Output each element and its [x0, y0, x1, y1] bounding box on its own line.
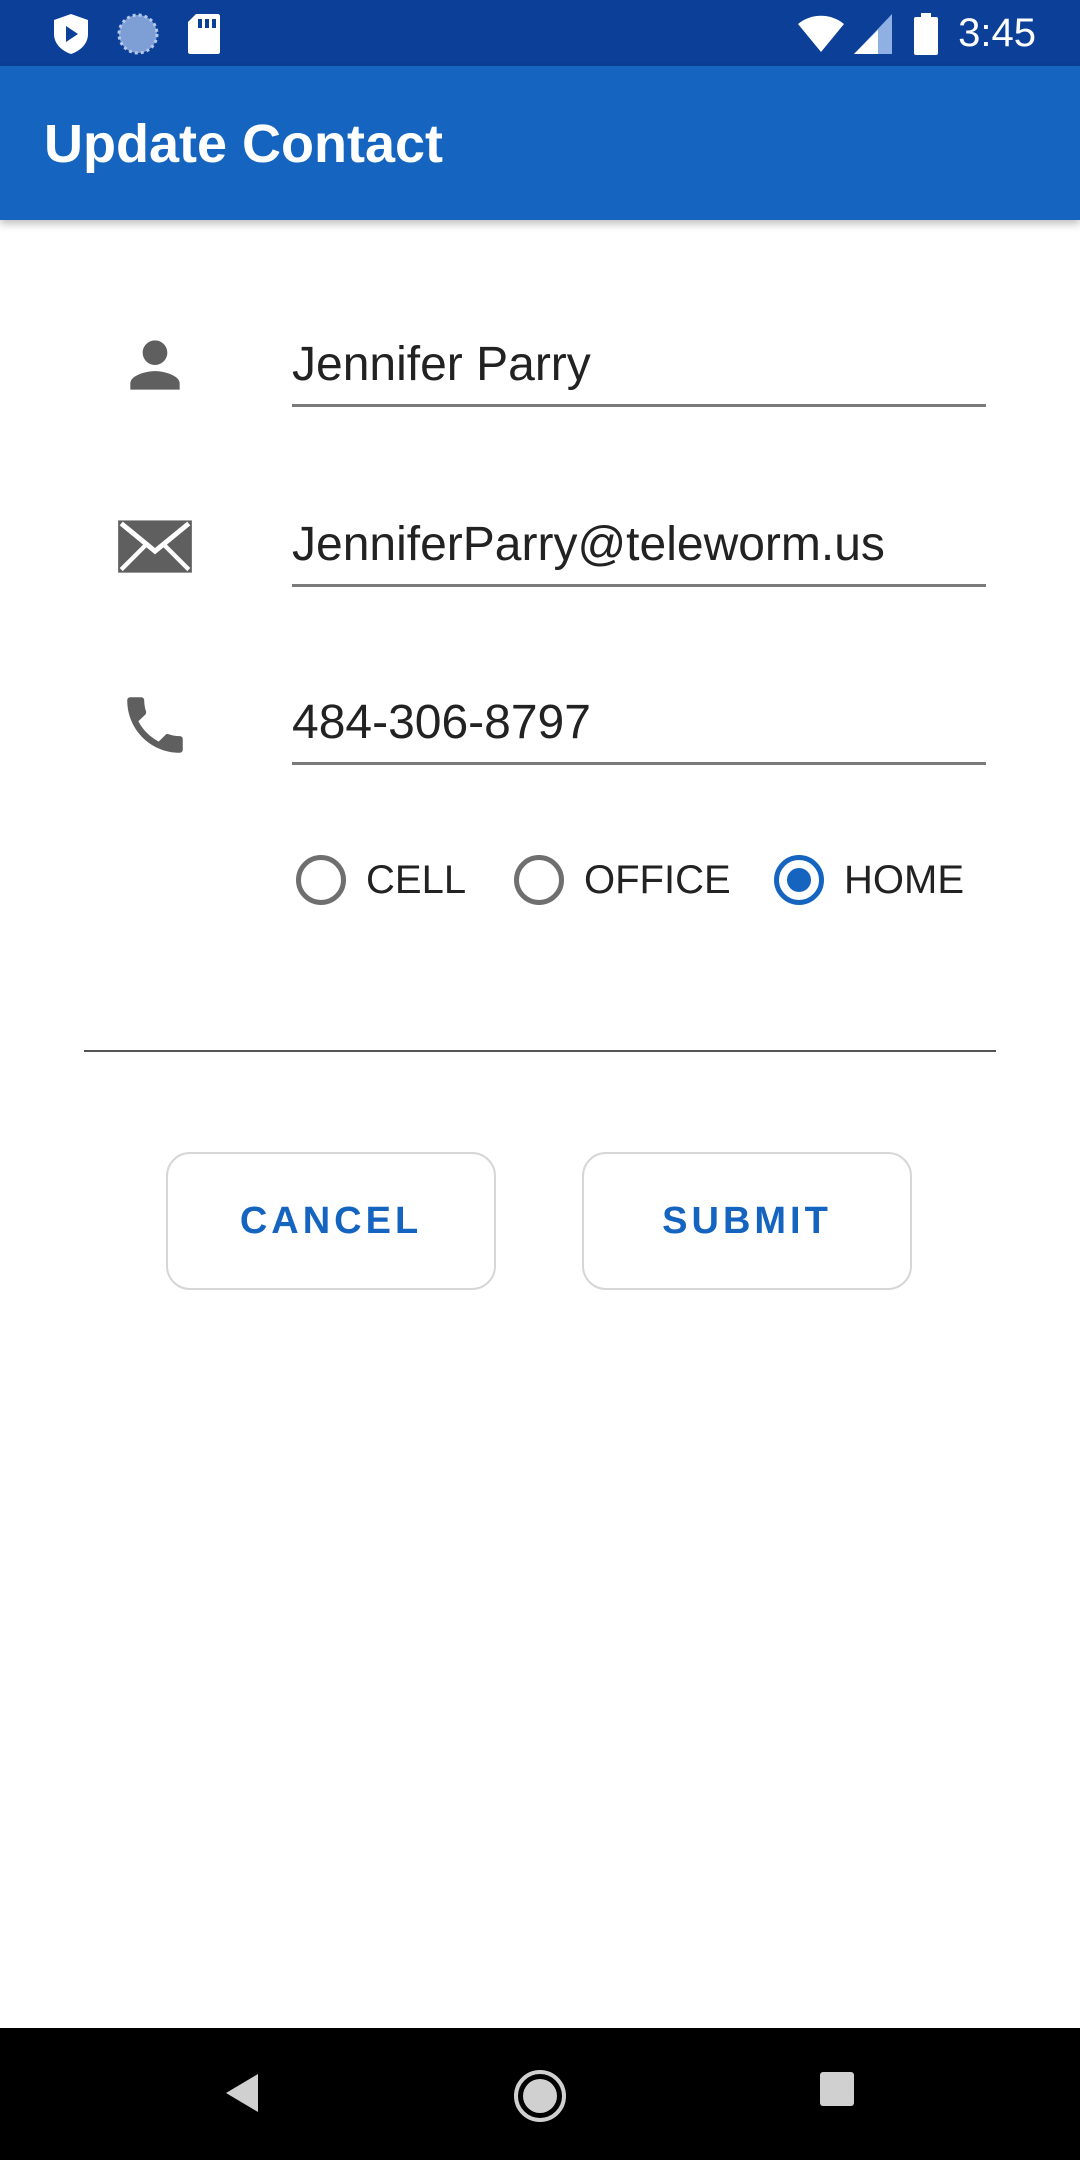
- radio-cell[interactable]: CELL: [296, 848, 466, 912]
- mail-icon: [118, 520, 192, 573]
- sync-icon: [117, 13, 159, 55]
- phone-icon: [127, 697, 183, 753]
- phone-field[interactable]: 484-306-8797: [292, 684, 986, 765]
- submit-button[interactable]: SUBMIT: [582, 1152, 912, 1290]
- cancel-button[interactable]: CANCEL: [166, 1152, 496, 1290]
- app-bar: Update Contact: [0, 66, 1080, 220]
- radio-circle-home: [774, 855, 824, 905]
- home-icon[interactable]: [512, 2068, 568, 2124]
- radio-home[interactable]: HOME: [774, 848, 964, 912]
- name-field[interactable]: Jennifer Parry: [292, 326, 986, 407]
- battery-icon: [914, 13, 938, 55]
- back-icon[interactable]: [220, 2068, 264, 2118]
- email-value: JenniferParry@teleworm.us: [292, 518, 885, 571]
- radio-label-cell: CELL: [366, 858, 467, 902]
- signal-icon: [854, 14, 892, 54]
- radio-label-office: OFFICE: [584, 858, 731, 902]
- page-title: Update Contact: [44, 114, 444, 174]
- sd-card-icon: [188, 14, 220, 54]
- phone-value: 484-306-8797: [292, 696, 591, 749]
- shield-icon: [54, 14, 88, 54]
- radio-label-home: HOME: [844, 858, 964, 902]
- person-icon: [130, 340, 180, 390]
- recents-icon[interactable]: [818, 2070, 856, 2108]
- wifi-icon: [798, 15, 844, 52]
- divider: [84, 1050, 996, 1052]
- name-value: Jennifer Parry: [292, 338, 591, 391]
- radio-office[interactable]: OFFICE: [514, 848, 731, 912]
- radio-circle-office: [514, 855, 564, 905]
- email-field[interactable]: JenniferParry@teleworm.us: [292, 506, 986, 587]
- submit-button-label: SUBMIT: [662, 1199, 832, 1242]
- clock: 3:45: [958, 11, 1036, 55]
- cancel-button-label: CANCEL: [239, 1199, 423, 1242]
- radio-circle-cell: [296, 855, 346, 905]
- navigation-bar: [0, 2028, 1080, 2160]
- status-bar: 3:45: [0, 0, 1080, 66]
